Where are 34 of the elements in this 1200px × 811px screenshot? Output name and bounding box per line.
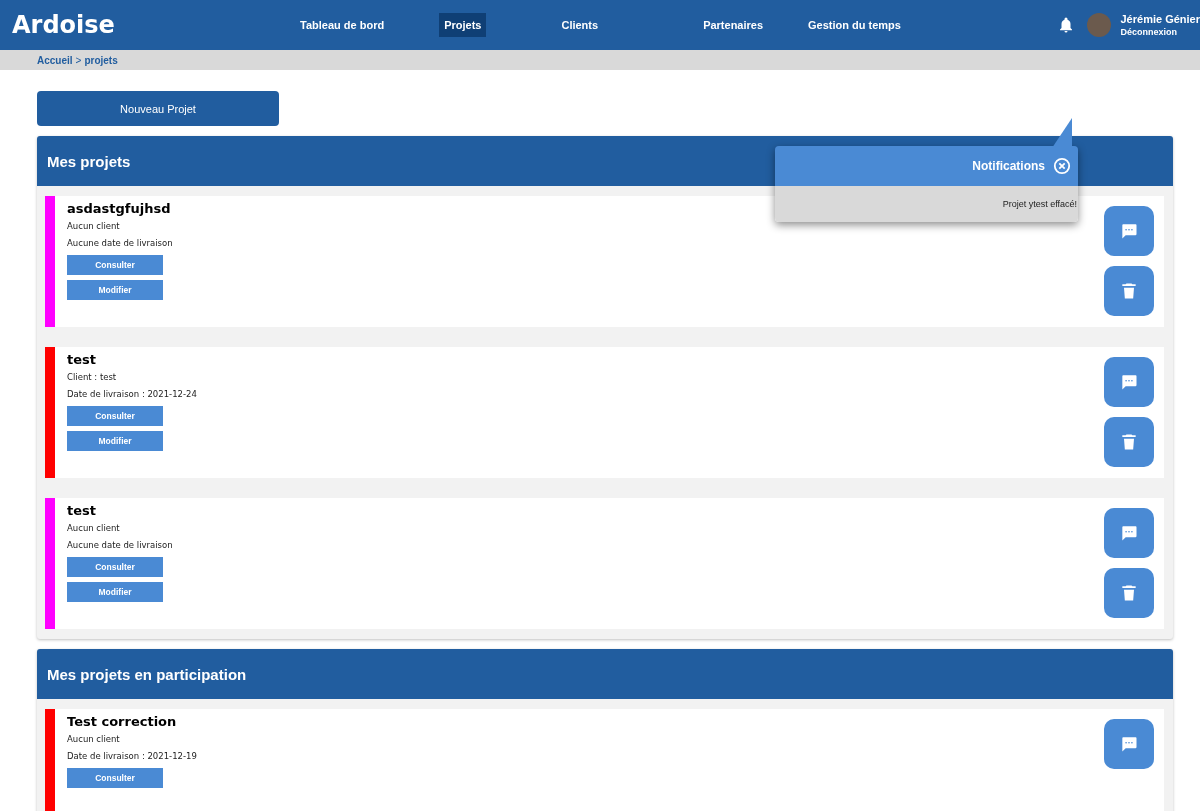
breadcrumb-current: projets [84,54,118,66]
nav-link[interactable]: Partenaires [698,13,769,37]
notification-message: Projet ytest effacé! [1002,199,1077,209]
project-name: test [67,503,96,518]
project-delivery: Aucune date de livraison [67,540,173,550]
nav-link[interactable]: Tableau de bord [295,13,390,37]
project-name: test [67,352,96,367]
project-button[interactable]: Consulter [67,557,163,577]
new-project-button[interactable]: Nouveau Projet [37,91,279,126]
nav-link[interactable]: Projets [439,13,487,37]
project-button[interactable]: Modifier [67,582,163,602]
project-delivery: Aucune date de livraison [67,238,173,248]
project-name: Test correction [67,714,177,729]
project-name: asdastgfujhsd [67,201,171,216]
project-client: Aucun client [67,523,120,533]
project-delivery: Date de livraison : 2021-12-19 [67,751,197,761]
project-button[interactable]: Consulter [67,255,163,275]
section-header: Mes projets en participation [37,649,1173,699]
breadcrumb-separator: > [75,54,82,66]
nav-link[interactable]: Clients [556,13,604,37]
nav-link[interactable]: Gestion du temps [803,13,906,37]
logo[interactable]: Ardoise [12,11,282,39]
user-name: Jérémie Génier [1120,13,1200,25]
project-delivery: Date de livraison : 2021-12-24 [67,389,197,399]
project-button[interactable]: Modifier [67,431,163,451]
project-button[interactable]: Consulter [67,406,163,426]
project-button[interactable]: Modifier [67,280,163,300]
project-client: Client : test [67,372,117,382]
breadcrumb-link[interactable]: Accueil [37,54,73,66]
logout-link[interactable]: Déconnexion [1120,27,1200,37]
project-client: Aucun client [67,221,120,231]
project-client: Aucun client [67,734,120,744]
notification-title: Notifications [972,159,1045,173]
project-button[interactable]: Consulter [67,768,163,788]
